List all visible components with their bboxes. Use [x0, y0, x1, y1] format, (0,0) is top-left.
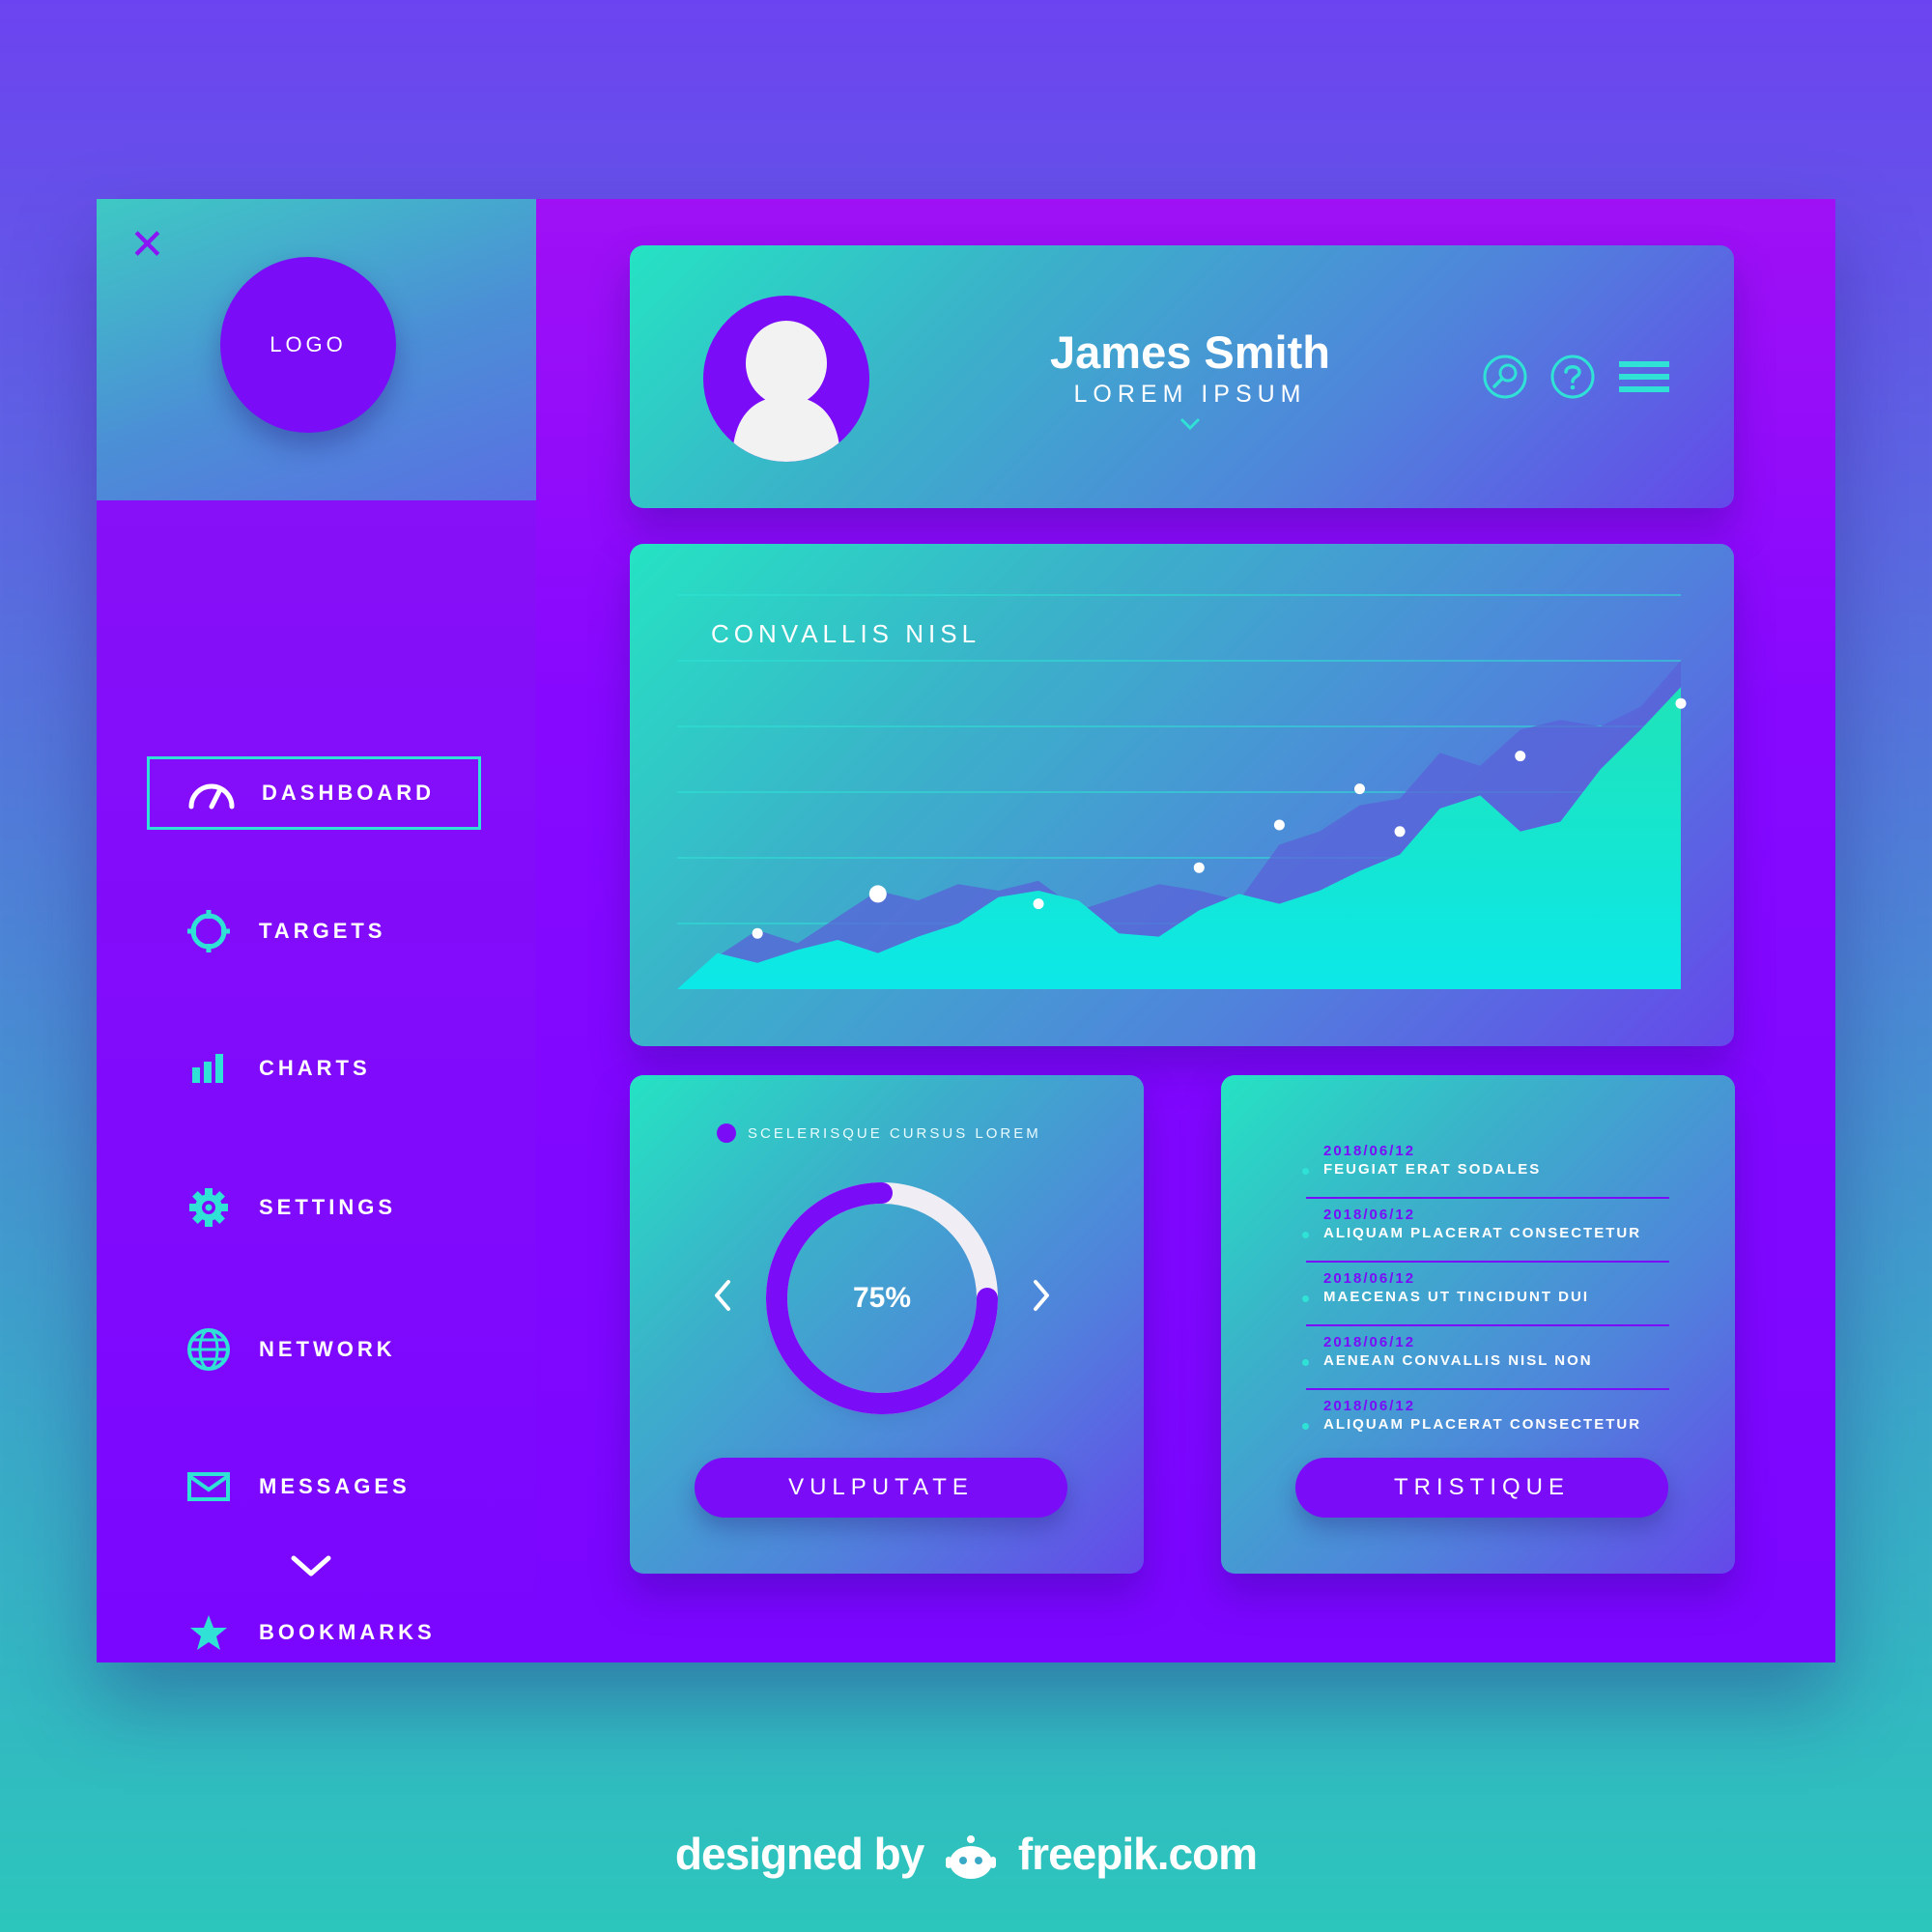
item-text: AENEAN CONVALLIS NISL NON: [1323, 1352, 1593, 1369]
sidebar-item-label: MESSAGES: [259, 1474, 411, 1498]
attribution-prefix: designed by: [674, 1829, 924, 1879]
data-point[interactable]: [1515, 751, 1526, 762]
item-date: 2018/06/12: [1323, 1270, 1416, 1287]
progress-card: SCELERISQUE CURSUS LOREM 75% VULPUTATE: [630, 1075, 1144, 1574]
user-name: James Smith: [1050, 327, 1330, 378]
item-text: ALIQUAM PLACERAT CONSECTETUR: [1323, 1416, 1642, 1433]
profile-actions: [1482, 352, 1669, 402]
data-point[interactable]: [868, 885, 887, 903]
sidebar-item-label: DASHBOARD: [262, 781, 435, 805]
user-role: LOREM IPSUM: [1073, 381, 1307, 408]
search-icon[interactable]: [1482, 354, 1528, 400]
chevron-right-icon[interactable]: [1028, 1276, 1055, 1315]
bullet-dot: [1302, 1359, 1309, 1366]
item-date: 2018/06/12: [1323, 1398, 1416, 1414]
dashboard-window: ✕ LOGO DASHBOARD TARGETS CHARTS SETTINGS…: [97, 199, 1835, 1662]
logo-area: ✕ LOGO: [97, 199, 536, 500]
sidebar-item-messages[interactable]: MESSAGES: [147, 1450, 481, 1523]
star-icon: [184, 1613, 234, 1652]
attribution-site: freepik.com: [1017, 1829, 1258, 1879]
legend-dot: [717, 1123, 736, 1143]
attribution: designed by freepik.com: [0, 1828, 1932, 1882]
data-point[interactable]: [1033, 898, 1044, 910]
list-item[interactable]: 2018/06/12 FEUGIAT ERAT SODALES: [1302, 1135, 1669, 1199]
item-text: ALIQUAM PLACERAT CONSECTETUR: [1323, 1225, 1642, 1241]
list-item[interactable]: 2018/06/12 ALIQUAM PLACERAT CONSECTETUR: [1302, 1199, 1669, 1263]
data-point[interactable]: [1193, 862, 1205, 873]
tristique-button[interactable]: TRISTIQUE: [1295, 1458, 1668, 1518]
sidebar-item-label: NETWORK: [259, 1337, 396, 1361]
timeline-card: 2018/06/12 FEUGIAT ERAT SODALES 2018/06/…: [1221, 1075, 1735, 1574]
help-icon[interactable]: [1549, 354, 1596, 400]
data-point[interactable]: [1675, 697, 1687, 709]
sidebar-item-label: CHARTS: [259, 1056, 371, 1080]
item-date: 2018/06/12: [1323, 1334, 1416, 1350]
main-content: James Smith LOREM IPSUM CONVALLIS NISL S…: [536, 199, 1835, 1662]
sidebar: ✕ LOGO DASHBOARD TARGETS CHARTS SETTINGS…: [97, 199, 536, 1662]
data-point[interactable]: [1394, 826, 1406, 838]
chevron-left-icon[interactable]: [709, 1276, 736, 1315]
sidebar-item-label: TARGETS: [259, 919, 386, 943]
item-text: MAECENAS UT TINCIDUNT DUI: [1323, 1289, 1589, 1305]
item-date: 2018/06/12: [1323, 1207, 1416, 1223]
freepik-logo-icon: [946, 1834, 997, 1879]
target-icon: [184, 910, 234, 952]
chart-title: CONVALLIS NISL: [711, 619, 981, 648]
data-point[interactable]: [1273, 819, 1285, 831]
chart-card: CONVALLIS NISL: [630, 544, 1734, 1046]
item-text: FEUGIAT ERAT SODALES: [1323, 1161, 1542, 1178]
bullet-dot: [1302, 1295, 1309, 1302]
sidebar-item-label: BOOKMARKS: [259, 1620, 436, 1644]
vulputate-button[interactable]: VULPUTATE: [695, 1458, 1067, 1518]
sidebar-item-dashboard[interactable]: DASHBOARD: [147, 756, 481, 830]
chart-series: [677, 661, 1681, 989]
sidebar-item-settings[interactable]: SETTINGS: [147, 1171, 481, 1244]
bullet-dot: [1302, 1423, 1309, 1430]
logo-label: LOGO: [270, 332, 347, 356]
profile-info: James Smith LOREM IPSUM: [920, 327, 1461, 431]
data-point[interactable]: [1354, 783, 1366, 795]
envelope-icon: [184, 1467, 234, 1506]
sidebar-item-label: SETTINGS: [259, 1195, 397, 1219]
menu-icon[interactable]: [1619, 355, 1669, 398]
chart-legend: SCELERISQUE CURSUS LOREM: [717, 1123, 1041, 1143]
speedometer-icon: [186, 774, 237, 812]
chevron-down-icon[interactable]: [286, 1547, 336, 1585]
legend-label: SCELERISQUE CURSUS LOREM: [748, 1124, 1041, 1142]
item-date: 2018/06/12: [1323, 1143, 1416, 1159]
gear-icon: [184, 1188, 234, 1227]
bullet-dot: [1302, 1168, 1309, 1175]
profile-card: James Smith LOREM IPSUM: [630, 245, 1734, 508]
sidebar-item-network[interactable]: NETWORK: [147, 1313, 481, 1386]
data-point[interactable]: [752, 927, 763, 939]
avatar[interactable]: [703, 296, 869, 462]
list-item[interactable]: 2018/06/12 ALIQUAM PLACERAT CONSECTETUR: [1302, 1390, 1669, 1454]
list-item[interactable]: 2018/06/12 AENEAN CONVALLIS NISL NON: [1302, 1326, 1669, 1390]
progress-donut: 75%: [761, 1178, 1003, 1419]
close-icon[interactable]: ✕: [129, 224, 165, 267]
sidebar-item-targets[interactable]: TARGETS: [147, 895, 481, 968]
bar-chart-icon: [184, 1049, 234, 1088]
timeline-list: 2018/06/12 FEUGIAT ERAT SODALES 2018/06/…: [1302, 1135, 1669, 1454]
bullet-dot: [1302, 1232, 1309, 1238]
sidebar-item-bookmarks[interactable]: BOOKMARKS: [147, 1596, 481, 1669]
list-item[interactable]: 2018/06/12 MAECENAS UT TINCIDUNT DUI: [1302, 1263, 1669, 1326]
logo[interactable]: LOGO: [220, 257, 396, 433]
progress-value: 75%: [852, 1282, 912, 1314]
chevron-down-icon[interactable]: [1179, 417, 1202, 431]
globe-icon: [184, 1328, 234, 1371]
sidebar-item-charts[interactable]: CHARTS: [147, 1032, 481, 1105]
